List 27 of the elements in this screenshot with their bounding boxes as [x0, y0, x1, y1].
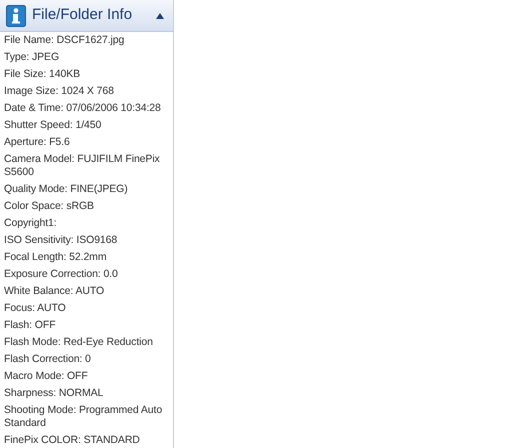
info-row-text: Quality Mode: FINE(JPEG) [4, 183, 129, 196]
info-row-text: Focus: AUTO [4, 302, 67, 315]
info-row-text: Sharpness: NORMAL [4, 387, 104, 400]
info-row-text: Shooting Mode: Programmed Auto Standard [4, 404, 164, 430]
info-row-text: File Name: DSCF1627.jpg [4, 34, 126, 47]
info-row-text: White Balance: AUTO [4, 285, 106, 298]
collapse-arrow-icon[interactable] [156, 12, 164, 18]
info-row-text: Exposure Correction: 0.0 [4, 268, 119, 281]
info-row-text: Flash: OFF [4, 319, 57, 332]
info-row-text: Flash Mode: Red-Eye Reduction [4, 336, 154, 349]
info-row-text: Aperture: F5.6 [4, 136, 71, 149]
info-row-text: File Size: 140KB [4, 68, 82, 81]
info-row-text: Focal Length: 52.2mm [4, 251, 108, 264]
info-row-text: Macro Mode: OFF [4, 370, 89, 383]
info-row-text: Type: JPEG [4, 51, 60, 64]
info-row-text: Camera Model: FUJIFILM FinePix S5600 [4, 153, 161, 179]
info-row-text: Copyright1: [4, 217, 58, 230]
info-row-text: ISO Sensitivity: ISO9168 [4, 234, 118, 247]
info-icon [6, 4, 26, 26]
info-row-text: Image Size: 1024 X 768 [4, 85, 115, 98]
info-row-text: Shutter Speed: 1/450 [4, 119, 102, 132]
panel-title: File/Folder Info [32, 5, 134, 26]
info-row-text: Color Space: sRGB [4, 200, 95, 213]
info-row-text: FinePix COLOR: STANDARD [4, 434, 141, 447]
panel-header[interactable]: File/Folder Info [0, 0, 173, 32]
info-row-text: Date & Time: 07/06/2006 10:34:28 [4, 102, 162, 115]
info-row-text: Flash Correction: 0 [4, 353, 92, 366]
